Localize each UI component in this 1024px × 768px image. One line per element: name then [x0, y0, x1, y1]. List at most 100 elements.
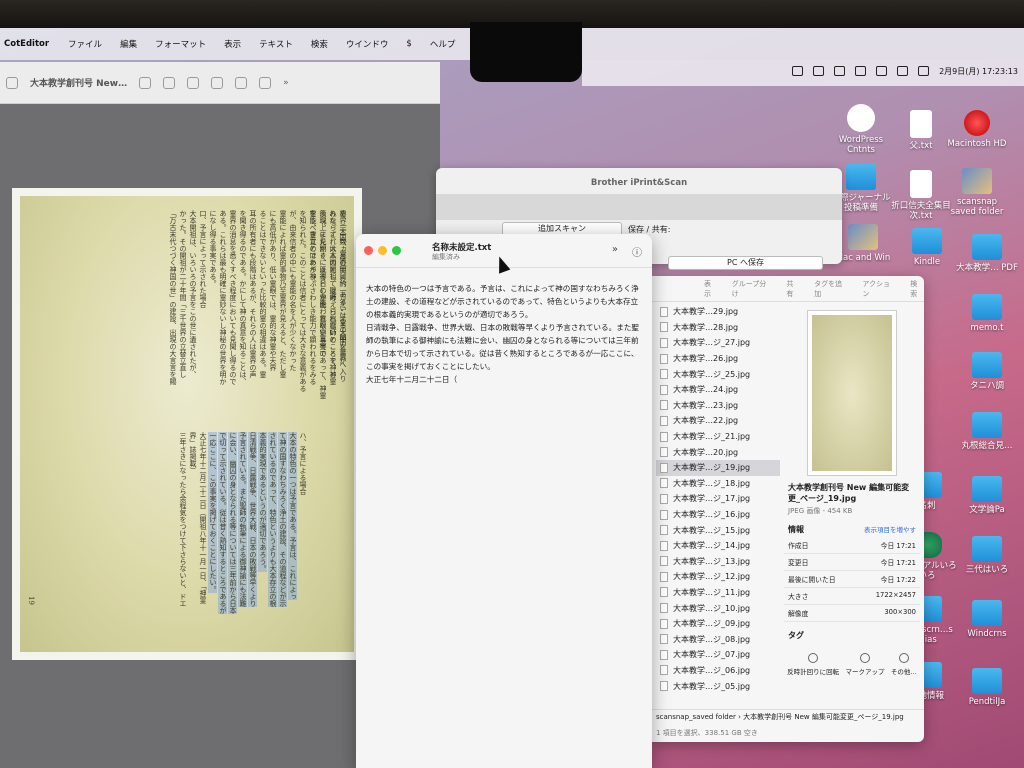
finder-toolbar-item[interactable]: 共有 [786, 279, 800, 299]
markup-icon[interactable] [235, 76, 248, 89]
finder-toolbar-item[interactable]: 表示 [704, 279, 718, 299]
finder-toolbar-item[interactable]: アクション [862, 279, 896, 299]
file-row[interactable]: 大本教学…26.jpg [656, 351, 780, 367]
desktop-icon[interactable]: 折口信夫全集目次.txt [890, 170, 952, 221]
file-row[interactable]: 大本教学…ジ_19.jpg [656, 459, 780, 476]
desktop-icon[interactable]: 文学論Pa [956, 476, 1018, 515]
input-source-icon[interactable] [897, 66, 909, 76]
info-icon[interactable] [139, 76, 152, 89]
desktop-icon[interactable]: 丸根総合見… [956, 412, 1018, 451]
file-row[interactable]: 大本教学…ジ_17.jpg [656, 491, 780, 507]
file-row[interactable]: 大本教学…ジ_16.jpg [656, 507, 780, 523]
file-row[interactable]: 大本教学…24.jpg [656, 382, 780, 398]
file-row[interactable]: 大本教学…ジ_14.jpg [656, 538, 780, 554]
menu-window[interactable]: ウインドウ [337, 38, 398, 50]
clock[interactable]: 2月9日(月) 17:23:13 [939, 66, 1018, 77]
rotate-left-action[interactable]: 反時計回りに回転 [787, 653, 839, 676]
markup-action[interactable]: マークアップ [845, 653, 884, 676]
desktop-icon-label: 文学論Pa [969, 505, 1005, 515]
control-center-icon[interactable] [918, 66, 930, 76]
page-number: 19 [27, 596, 35, 605]
file-row[interactable]: 大本教学…23.jpg [656, 398, 780, 414]
file-row[interactable]: 大本教学…ジ_10.jpg [656, 600, 780, 616]
file-row[interactable]: 大本教学…28.jpg [656, 320, 780, 336]
share-icon[interactable] [211, 76, 224, 89]
desktop-icon[interactable]: Macintosh HD [946, 110, 1008, 149]
finder-toolbar-item[interactable]: 検索 [910, 279, 924, 299]
desktop-icon[interactable]: タニハ調 [956, 352, 1018, 391]
show-more-link[interactable]: 表示項目を増やす [864, 524, 916, 535]
zoom-in-icon[interactable] [187, 76, 200, 89]
file-name: 大本教学…ジ_19.jpg [673, 463, 751, 473]
save-to-pc-button[interactable]: PC へ保存 [668, 256, 823, 270]
rotate-icon[interactable] [259, 76, 272, 89]
file-row[interactable]: 大本教学…ジ_11.jpg [656, 585, 780, 601]
menu-format[interactable]: フォーマット [146, 38, 215, 50]
document-status: 編集済み [432, 253, 460, 261]
file-row[interactable]: 大本教学…ジ_21.jpg [656, 429, 780, 445]
jpeg-file-icon [660, 353, 668, 364]
time-machine-icon[interactable] [813, 66, 825, 76]
more-action[interactable]: その他… [891, 653, 917, 676]
document-page[interactable]: 19 め、二十数ヵ月の間に約一万をこえる大冊を書か れた。これは人間としては考えら… [12, 188, 362, 660]
menu-text[interactable]: テキスト [250, 38, 302, 50]
brother-title: Brother iPrint&Scan [590, 178, 688, 188]
menu-edit[interactable]: 編集 [111, 38, 146, 50]
desktop-icon[interactable]: Kindle [896, 228, 958, 267]
menu-view[interactable]: 表示 [215, 38, 250, 50]
desktop-icon[interactable]: memo.t [956, 294, 1018, 333]
wifi-icon[interactable] [876, 66, 888, 76]
text-paragraph-3: 大正七年十二月二十二日（ [366, 375, 458, 384]
desktop-icon[interactable]: 父.txt [890, 110, 952, 151]
text-paragraph-1: 大本の特色の一つは予言である。予言は、これによって神の国すなわちみろく浄土の建設… [366, 284, 639, 319]
app-menu[interactable]: CotEditor [0, 39, 59, 49]
jpeg-file-icon [660, 493, 668, 504]
desktop-icon[interactable]: PendtilJa [956, 668, 1018, 707]
finder-toolbar-item[interactable]: グループ分け [732, 279, 773, 299]
file-name: 大本教学…ジ_25.jpg [673, 369, 751, 379]
finder-toolbar-item[interactable]: タグを追加 [814, 279, 848, 299]
file-row[interactable]: 大本教学…ジ_27.jpg [656, 335, 780, 351]
menu-file[interactable]: ファイル [59, 38, 111, 50]
info-key: 解像度 [788, 610, 809, 618]
file-row[interactable]: 大本教学…29.jpg [656, 304, 780, 320]
script-menu-icon[interactable]: $ [397, 39, 420, 49]
file-row[interactable]: 大本教学…ジ_25.jpg [656, 366, 780, 382]
close-button[interactable] [364, 246, 373, 255]
zoom-out-icon[interactable] [163, 76, 176, 89]
window-icon[interactable] [834, 66, 846, 76]
path-bar[interactable]: scansnap_saved folder › 大本教学創刊号 New 編集可能… [652, 709, 924, 724]
file-row[interactable]: 大本教学…20.jpg [656, 444, 780, 460]
folder-icon [972, 352, 1002, 378]
file-row[interactable]: 大本教学…ジ_06.jpg [656, 663, 780, 679]
minimize-button[interactable] [378, 246, 387, 255]
file-icon [910, 170, 932, 198]
menu-help[interactable]: ヘルプ [421, 38, 465, 50]
file-row[interactable]: 大本教学…ジ_13.jpg [656, 554, 780, 570]
menu-find[interactable]: 検索 [302, 38, 337, 50]
bluetooth-icon[interactable] [855, 66, 867, 76]
file-row[interactable]: 大本教学…ジ_08.jpg [656, 631, 780, 647]
file-row[interactable]: 大本教学…ジ_09.jpg [656, 616, 780, 632]
file-row[interactable]: 大本教学…ジ_12.jpg [656, 569, 780, 585]
file-row[interactable]: 大本教学…ジ_07.jpg [656, 647, 780, 663]
file-row[interactable]: 大本教学…22.jpg [656, 413, 780, 429]
jpeg-file-icon [660, 322, 668, 333]
desktop-icon[interactable]: WordPress Cntnts [830, 104, 892, 155]
more-icon[interactable]: » [283, 78, 289, 88]
jpeg-file-icon [660, 337, 668, 348]
file-row[interactable]: 大本教学…ジ_15.jpg [656, 522, 780, 538]
desktop-icon[interactable]: scansnap saved folder [946, 168, 1008, 217]
file-row[interactable]: 大本教学…ジ_18.jpg [656, 476, 780, 492]
status-menu: 2月9日(月) 17:23:13 [792, 60, 1018, 82]
text-area[interactable]: 大本の特色の一つは予言である。予言は、これによって神の国すなわちみろく浄土の建設… [356, 268, 652, 400]
sidebar-icon[interactable] [6, 76, 18, 89]
info-icon[interactable]: ⓘ [632, 244, 642, 259]
tools-icon[interactable] [792, 66, 804, 76]
file-row[interactable]: 大本教学…ジ_05.jpg [656, 678, 780, 694]
desktop-icon[interactable]: Windcrns [956, 600, 1018, 639]
desktop-icon[interactable]: 三代はいろ [956, 536, 1018, 575]
zoom-button[interactable] [392, 246, 401, 255]
desktop-icon[interactable]: 大本教学… PDF [956, 234, 1018, 273]
more-icon[interactable]: » [612, 244, 618, 259]
